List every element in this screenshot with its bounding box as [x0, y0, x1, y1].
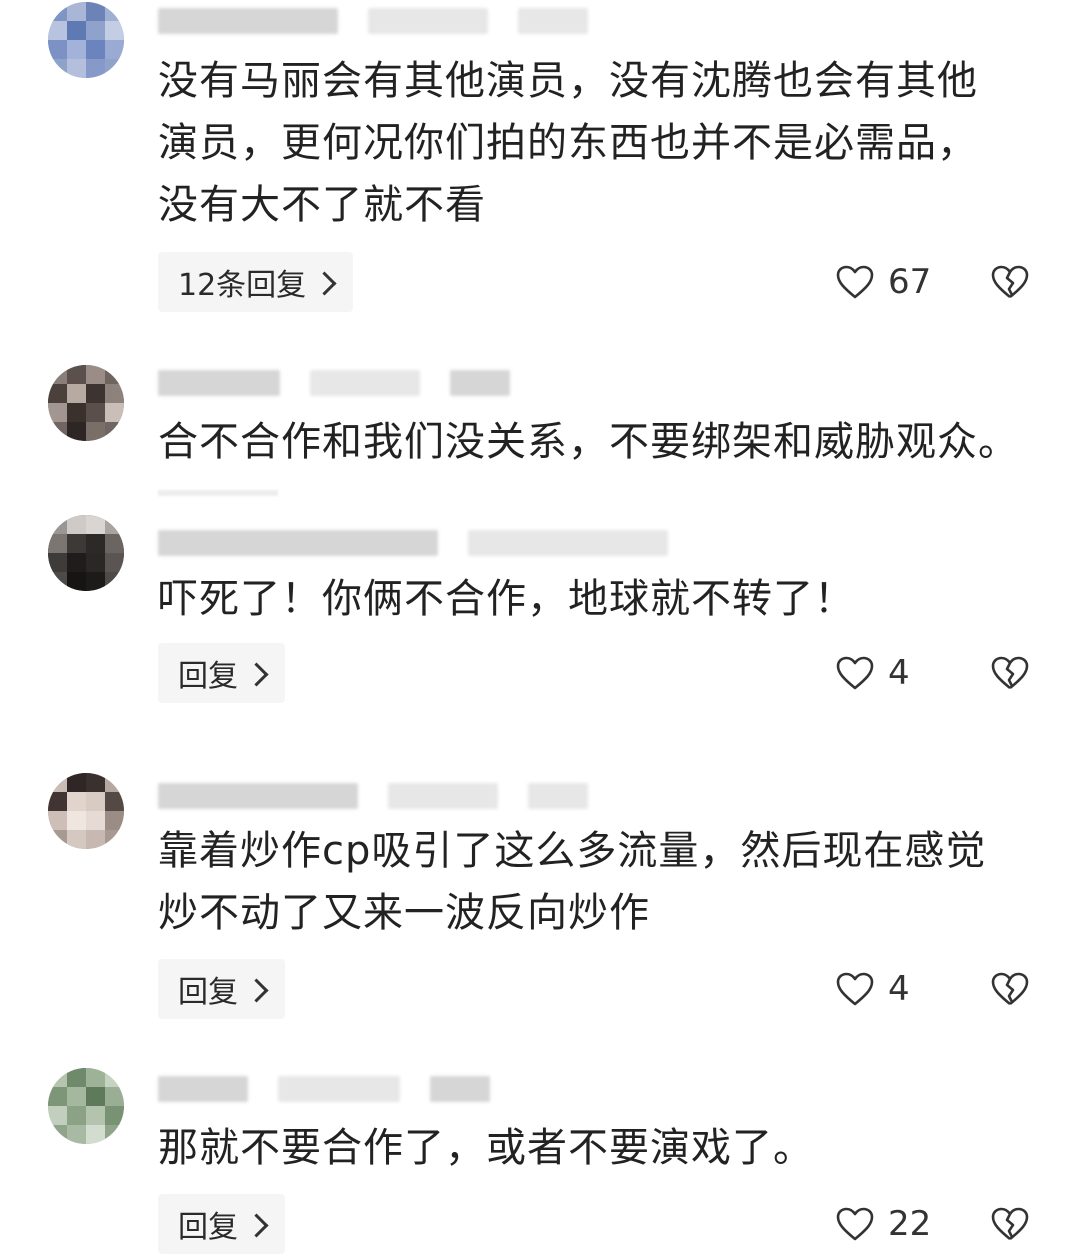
like-count: 67: [888, 262, 932, 302]
avatar[interactable]: [48, 1068, 124, 1144]
broken-heart-icon: [990, 264, 1030, 300]
avatar[interactable]: [48, 2, 124, 78]
reply-button[interactable]: 回复: [158, 959, 285, 1019]
avatar[interactable]: [48, 365, 124, 441]
like-button[interactable]: 4: [836, 643, 910, 703]
dislike-button[interactable]: [990, 1194, 1030, 1254]
like-count: 4: [888, 969, 910, 1009]
reply-button-label: 12条回复: [178, 268, 307, 303]
reply-button-label: 回复: [178, 1210, 238, 1245]
dislike-button[interactable]: [990, 252, 1030, 312]
comment-text: 没有马丽会有其他演员，没有沈腾也会有其他 演员，更何况你们拍的东西也并不是必需品…: [158, 58, 978, 228]
heart-outline-icon: [836, 265, 874, 299]
like-count: 22: [888, 1204, 932, 1244]
like-button[interactable]: 4: [836, 959, 910, 1019]
username-redacted[interactable]: [158, 1076, 490, 1102]
avatar[interactable]: [48, 773, 124, 849]
username-redacted[interactable]: [158, 8, 588, 34]
chevron-right-icon: [312, 270, 337, 296]
view-replies-button[interactable]: 12条回复: [158, 252, 354, 312]
username-redacted[interactable]: [158, 530, 668, 556]
reply-button-label: 回复: [178, 975, 238, 1010]
chevron-right-icon: [244, 661, 269, 687]
comment-text: 靠着炒作cp吸引了这么多流量，然后现在感觉 炒不动了又来一波反向炒作: [158, 828, 987, 936]
reply-button[interactable]: 回复: [158, 643, 285, 703]
chevron-right-icon: [244, 1212, 269, 1238]
avatar[interactable]: [48, 515, 124, 591]
like-count: 4: [888, 653, 910, 693]
comment-text: 那就不要合作了，或者不要演戏了。: [158, 1125, 814, 1171]
like-button[interactable]: 67: [836, 252, 931, 312]
comment-text: 合不合作和我们没关系，不要绑架和威胁观众。: [158, 419, 1019, 465]
username-redacted[interactable]: [158, 370, 510, 396]
heart-outline-icon: [836, 656, 874, 690]
heart-outline-icon: [836, 1207, 874, 1241]
reply-button[interactable]: 回复: [158, 1194, 285, 1254]
dislike-button[interactable]: [990, 959, 1030, 1019]
comment-text: 吓死了！你俩不合作，地球就不转了！: [158, 576, 855, 622]
dislike-button[interactable]: [990, 643, 1030, 703]
broken-heart-icon: [990, 655, 1030, 691]
broken-heart-icon: [990, 1206, 1030, 1242]
username-redacted[interactable]: [158, 783, 588, 809]
broken-heart-icon: [990, 971, 1030, 1007]
like-button[interactable]: 22: [836, 1194, 931, 1254]
heart-outline-icon: [836, 972, 874, 1006]
divider: [158, 490, 278, 496]
chevron-right-icon: [244, 977, 269, 1003]
reply-button-label: 回复: [178, 659, 238, 694]
